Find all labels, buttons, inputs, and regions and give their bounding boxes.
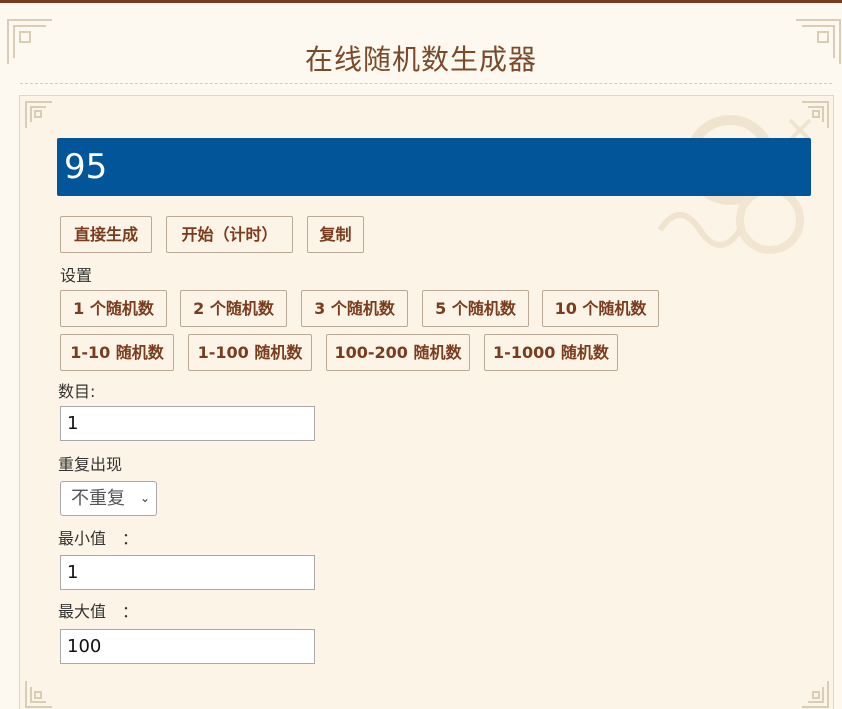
preset-count-3-button[interactable]: 3 个随机数 bbox=[301, 290, 408, 327]
preset-range-100-200-button[interactable]: 100-200 随机数 bbox=[326, 334, 470, 371]
preset-range-1-100-button[interactable]: 1-100 随机数 bbox=[188, 334, 312, 371]
repeat-select-value: 不重复 bbox=[71, 488, 125, 509]
preset-range-1-10-button[interactable]: 1-10 随机数 bbox=[60, 334, 174, 371]
count-label: 数目: bbox=[58, 382, 96, 401]
top-border bbox=[0, 0, 842, 3]
preset-range-1-1000-button[interactable]: 1-1000 随机数 bbox=[484, 334, 618, 371]
max-label: 最大值 ： bbox=[58, 602, 139, 621]
preset-count-10-button[interactable]: 10 个随机数 bbox=[542, 290, 659, 327]
min-label: 最小值 ： bbox=[58, 529, 139, 548]
repeat-label: 重复出现 bbox=[58, 455, 123, 474]
panel-ornament-bottom-left-icon bbox=[24, 679, 54, 709]
start-timed-button[interactable]: 开始（计时） bbox=[166, 216, 293, 253]
result-display: 95 bbox=[57, 138, 811, 196]
preset-count-5-button[interactable]: 5 个随机数 bbox=[422, 290, 529, 327]
preset-count-1-button[interactable]: 1 个随机数 bbox=[60, 290, 167, 327]
panel-ornament-top-left-icon bbox=[24, 100, 54, 130]
preset-count-2-button[interactable]: 2 个随机数 bbox=[180, 290, 287, 327]
max-input[interactable]: 100 bbox=[60, 629, 315, 664]
settings-heading: 设置 bbox=[60, 266, 93, 285]
generate-button[interactable]: 直接生成 bbox=[60, 216, 152, 253]
panel-ornament-bottom-right-icon bbox=[800, 679, 830, 709]
header-divider bbox=[20, 83, 832, 84]
count-input[interactable]: 1 bbox=[60, 406, 315, 441]
chevron-down-icon: ⌄ bbox=[139, 491, 150, 505]
min-input[interactable]: 1 bbox=[60, 555, 315, 590]
copy-button[interactable]: 复制 bbox=[307, 216, 364, 253]
page-title: 在线随机数生成器 bbox=[304, 43, 537, 76]
repeat-select[interactable]: 不重复 ⌄ bbox=[60, 481, 157, 516]
